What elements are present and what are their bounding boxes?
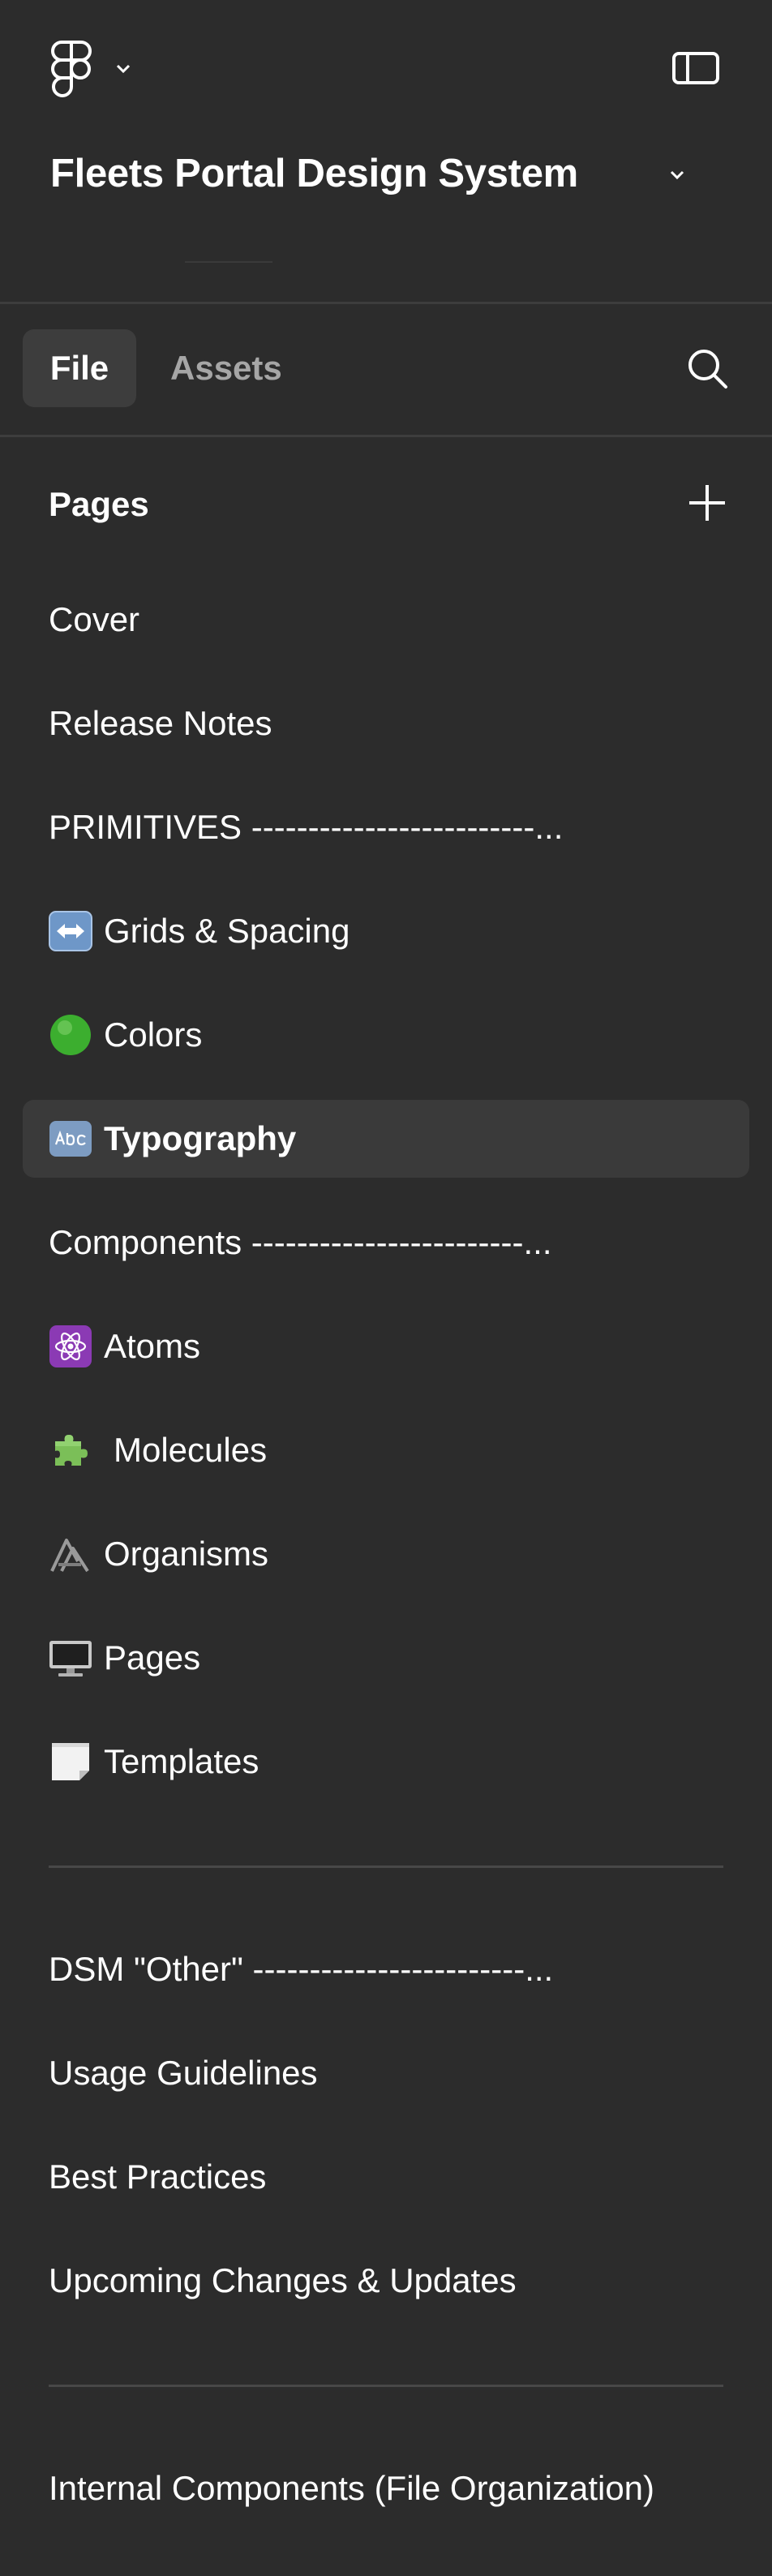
file-title[interactable]: Fleets Portal Design System (50, 146, 578, 201)
figma-logo-icon[interactable] (50, 39, 92, 97)
page-item-atoms[interactable]: Atoms (23, 1307, 749, 1385)
sidebar-toggle-icon[interactable] (671, 49, 720, 88)
search-icon[interactable] (683, 344, 731, 393)
page-item-dsm-other-divider[interactable]: DSM "Other" ------------------------... (23, 1930, 749, 2008)
page-item-typography[interactable]: Typography (23, 1100, 749, 1178)
page-item-label: Grids & Spacing (104, 912, 350, 950)
page-item-label: Usage Guidelines (49, 2054, 318, 2092)
section-divider (49, 1865, 723, 1868)
page-item-best-practices[interactable]: Best Practices (23, 2138, 749, 2216)
tab-assets[interactable]: Assets (170, 329, 282, 407)
page-item-label: Typography (104, 1119, 297, 1157)
page-item-molecules[interactable]: Molecules (23, 1411, 749, 1489)
page-item-label: Components ------------------------... (49, 1223, 552, 1261)
decorative-line (185, 261, 272, 263)
desktop-computer-icon (49, 1636, 92, 1680)
page-item-label: Organisms (104, 1535, 269, 1573)
page-item-label: Release Notes (49, 704, 272, 742)
section-divider (49, 2385, 723, 2387)
page-item-label: Cover (49, 600, 140, 638)
page-item-label: Internal Components (File Organization) (49, 2469, 655, 2507)
organisms-icon (49, 1532, 92, 1576)
notepad-icon (49, 1740, 92, 1784)
page-item-label: Molecules (114, 1431, 268, 1469)
header-divider (0, 302, 772, 304)
page-item-label: Pages (104, 1638, 201, 1677)
page-item-label: DSM "Other" ------------------------... (49, 1950, 554, 1988)
pages-section-header: Pages (49, 485, 149, 523)
page-item-primitives-divider[interactable]: PRIMITIVES -------------------------... (23, 788, 749, 866)
page-item-usage-guidelines[interactable]: Usage Guidelines (23, 2034, 749, 2112)
page-item-organisms[interactable]: Organisms (23, 1515, 749, 1593)
puzzle-piece-icon (49, 1428, 92, 1472)
page-item-templates[interactable]: Templates (23, 1723, 749, 1801)
page-item-release-notes[interactable]: Release Notes (23, 685, 749, 762)
green-circle-icon (49, 1013, 92, 1057)
page-item-label: Colors (104, 1015, 203, 1054)
page-item-pages[interactable]: Pages (23, 1619, 749, 1697)
file-menu-chevron-icon[interactable] (667, 164, 688, 185)
page-item-grids-spacing[interactable]: Grids & Spacing (23, 892, 749, 970)
page-item-label: PRIMITIVES -------------------------... (49, 808, 564, 846)
tabs-divider (0, 435, 772, 437)
page-item-cover[interactable]: Cover (23, 581, 749, 659)
tab-file[interactable]: File (23, 329, 136, 407)
page-item-internal-components[interactable]: Internal Components (File Organization) (23, 2449, 749, 2527)
left-right-arrow-icon (49, 909, 92, 953)
page-item-label: Upcoming Changes & Updates (49, 2261, 517, 2299)
page-item-label: Templates (104, 1742, 259, 1780)
page-item-upcoming-changes[interactable]: Upcoming Changes & Updates (23, 2242, 749, 2320)
add-page-icon[interactable] (683, 479, 731, 527)
page-item-components-divider[interactable]: Components ------------------------... (23, 1204, 749, 1282)
abc-icon (49, 1117, 92, 1161)
page-item-colors[interactable]: Colors (23, 996, 749, 1074)
atom-icon (49, 1324, 92, 1368)
page-item-label: Best Practices (49, 2157, 267, 2196)
main-menu-chevron-icon[interactable] (114, 58, 133, 78)
page-item-label: Atoms (104, 1327, 201, 1365)
